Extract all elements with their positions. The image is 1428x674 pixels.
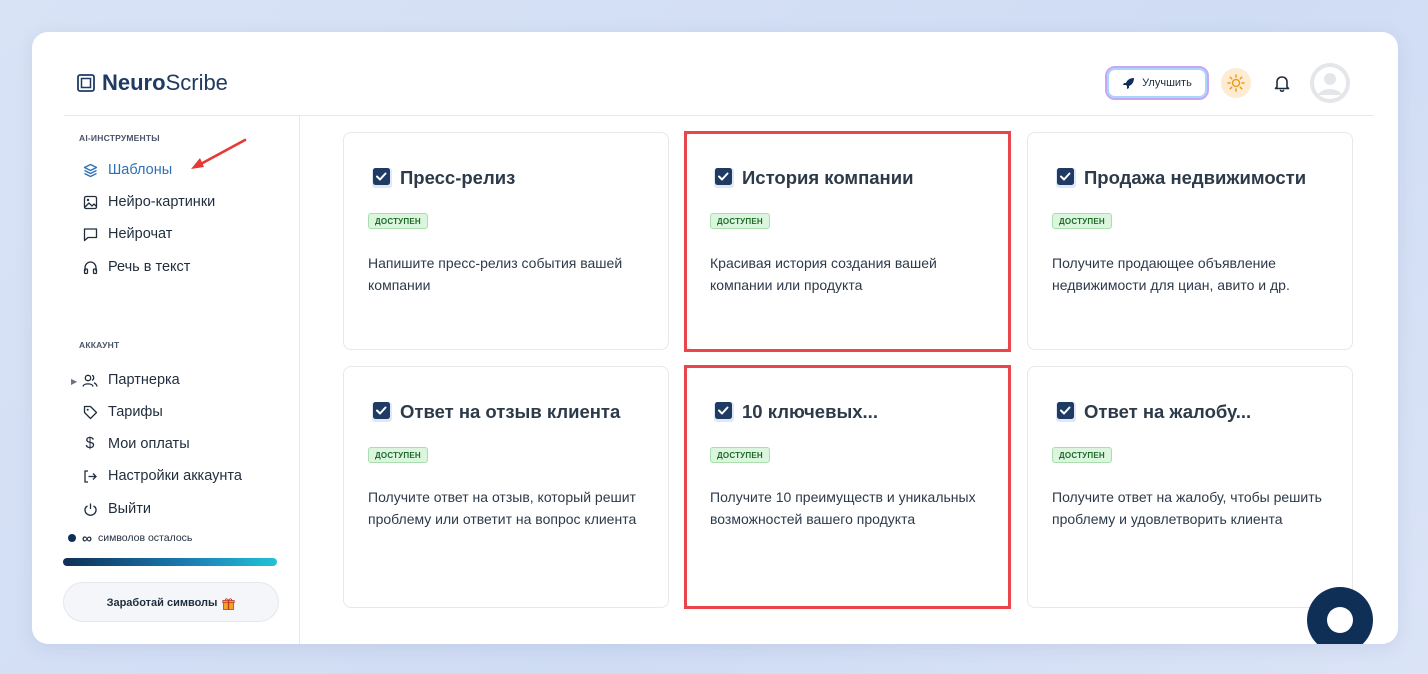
upgrade-button[interactable]: Улучшить bbox=[1105, 66, 1209, 100]
login-icon bbox=[82, 468, 98, 484]
annotation-highlight-box bbox=[684, 131, 1011, 352]
logo-icon bbox=[77, 74, 95, 92]
tag-icon bbox=[82, 404, 98, 420]
chat-bubble-icon bbox=[1327, 607, 1353, 633]
sidebar-item-partner[interactable]: Партнерка bbox=[82, 369, 180, 391]
card-description: Получите продающее объявление недвижимос… bbox=[1052, 255, 1290, 294]
status-badge: ДОСТУПЕН bbox=[1052, 213, 1112, 229]
rocket-icon bbox=[1123, 78, 1135, 89]
bell-icon[interactable] bbox=[1271, 72, 1293, 94]
symbols-progress-fill bbox=[63, 558, 277, 566]
checkbox-icon bbox=[372, 168, 392, 188]
templates-grid: Пресс-релиз ДОСТУПЕН Напишите пресс-рели… bbox=[301, 116, 1372, 622]
avatar-placeholder-icon bbox=[1310, 63, 1350, 103]
theme-toggle-button[interactable] bbox=[1221, 68, 1251, 98]
template-card-real-estate-sale[interactable]: Продажа недвижимости ДОСТУПЕН Получите п… bbox=[1027, 132, 1353, 350]
status-badge: ДОСТУПЕН bbox=[368, 447, 428, 463]
account-section-title: АККАУНТ bbox=[79, 340, 120, 350]
ai-tools-section-title: AI-ИНСТРУМЕНТЫ bbox=[79, 133, 160, 143]
annotation-arrow-icon bbox=[191, 138, 247, 169]
sidebar-item-label: Настройки аккаунта bbox=[108, 468, 242, 484]
image-icon bbox=[82, 194, 98, 210]
status-dot bbox=[68, 534, 76, 542]
layers-icon bbox=[82, 162, 98, 178]
card-title: Ответ на отзыв клиента bbox=[400, 401, 621, 422]
sidebar-item-logout[interactable]: Выйти bbox=[82, 498, 151, 520]
gift-icon bbox=[222, 598, 236, 610]
card-title-row: Ответ на жалобу... bbox=[1056, 401, 1251, 423]
symbols-value: ∞ bbox=[82, 530, 92, 546]
template-card-complaint-reply[interactable]: Ответ на жалобу... ДОСТУПЕН Получите отв… bbox=[1027, 366, 1353, 608]
card-title: Продажа недвижимости bbox=[1084, 167, 1307, 188]
annotation-highlight-box bbox=[684, 365, 1011, 609]
template-card-review-reply[interactable]: Ответ на отзыв клиента ДОСТУПЕН Получите… bbox=[343, 366, 669, 608]
upgrade-label: Улучшить bbox=[1142, 77, 1192, 89]
sidebar: AI-ИНСТРУМЕНТЫ Шаблоны Нейро-картинки Не… bbox=[32, 116, 300, 644]
earn-symbols-button[interactable]: Заработай символы bbox=[63, 582, 279, 622]
card-title: Пресс-релиз bbox=[400, 167, 516, 188]
card-title-row: Ответ на отзыв клиента bbox=[372, 401, 620, 423]
sidebar-item-speech-to-text[interactable]: Речь в текст bbox=[82, 256, 190, 278]
dollar-icon: $ bbox=[85, 435, 95, 452]
chat-icon bbox=[82, 226, 98, 242]
card-description: Напишите пресс-релиз события вашей компа… bbox=[368, 255, 623, 294]
checkbox-icon bbox=[1056, 402, 1076, 422]
sidebar-item-neuro-images[interactable]: Нейро-картинки bbox=[82, 191, 215, 213]
headphones-icon bbox=[82, 259, 98, 275]
symbols-progress-bar bbox=[63, 558, 277, 566]
card-title-row: Продажа недвижимости bbox=[1056, 167, 1306, 189]
sidebar-item-label: Партнерка bbox=[108, 372, 180, 388]
top-bar: NeuroScribe Улучшить bbox=[32, 32, 1398, 116]
status-badge: ДОСТУПЕН bbox=[1052, 447, 1112, 463]
status-badge: ДОСТУПЕН bbox=[368, 213, 428, 229]
template-card-press-release[interactable]: Пресс-релиз ДОСТУПЕН Напишите пресс-рели… bbox=[343, 132, 669, 350]
card-description: Получите ответ на жалобу, чтобы решить п… bbox=[1052, 489, 1322, 528]
symbols-remaining: ∞ символов осталось bbox=[68, 530, 192, 546]
sidebar-item-my-payments[interactable]: $ Мои оплаты bbox=[82, 433, 190, 455]
power-icon bbox=[82, 501, 98, 517]
app-logo[interactable]: NeuroScribe bbox=[76, 70, 228, 96]
sidebar-item-account-settings[interactable]: Настройки аккаунта bbox=[82, 465, 242, 487]
card-title: Ответ на жалобу... bbox=[1084, 401, 1252, 422]
earn-symbols-label: Заработай символы bbox=[106, 597, 218, 609]
card-description: Получите ответ на отзыв, который решит п… bbox=[368, 489, 637, 528]
users-icon bbox=[82, 372, 98, 388]
sidebar-item-label: Нейрочат bbox=[108, 226, 173, 242]
logo-text-bold: Neuro bbox=[102, 70, 166, 95]
symbols-label: символов осталось bbox=[97, 532, 193, 544]
logo-text-light: Scribe bbox=[165, 70, 228, 95]
sidebar-item-label: Выйти bbox=[108, 501, 151, 517]
sidebar-item-label: Нейро-картинки bbox=[108, 194, 216, 210]
sidebar-item-tariffs[interactable]: Тарифы bbox=[82, 401, 163, 423]
user-avatar[interactable] bbox=[1310, 63, 1350, 103]
sidebar-item-label: Тарифы bbox=[108, 404, 163, 420]
sidebar-item-label: Мои оплаты bbox=[108, 436, 190, 452]
sidebar-item-neurochat[interactable]: Нейрочат bbox=[82, 223, 172, 245]
sun-icon bbox=[1227, 74, 1245, 92]
card-title-row: Пресс-релиз bbox=[372, 167, 515, 189]
support-chat-button[interactable] bbox=[1307, 587, 1373, 644]
expand-caret-icon[interactable]: ▶ bbox=[71, 377, 77, 386]
sidebar-item-label: Шаблоны bbox=[108, 162, 173, 178]
checkbox-icon bbox=[372, 402, 392, 422]
sidebar-item-templates[interactable]: Шаблоны bbox=[82, 159, 172, 181]
checkbox-icon bbox=[1056, 168, 1076, 188]
app-window: NeuroScribe Улучшить AI-ИНСТРУМЕНТЫ Шабл… bbox=[32, 32, 1398, 644]
sidebar-item-label: Речь в текст bbox=[108, 259, 191, 275]
